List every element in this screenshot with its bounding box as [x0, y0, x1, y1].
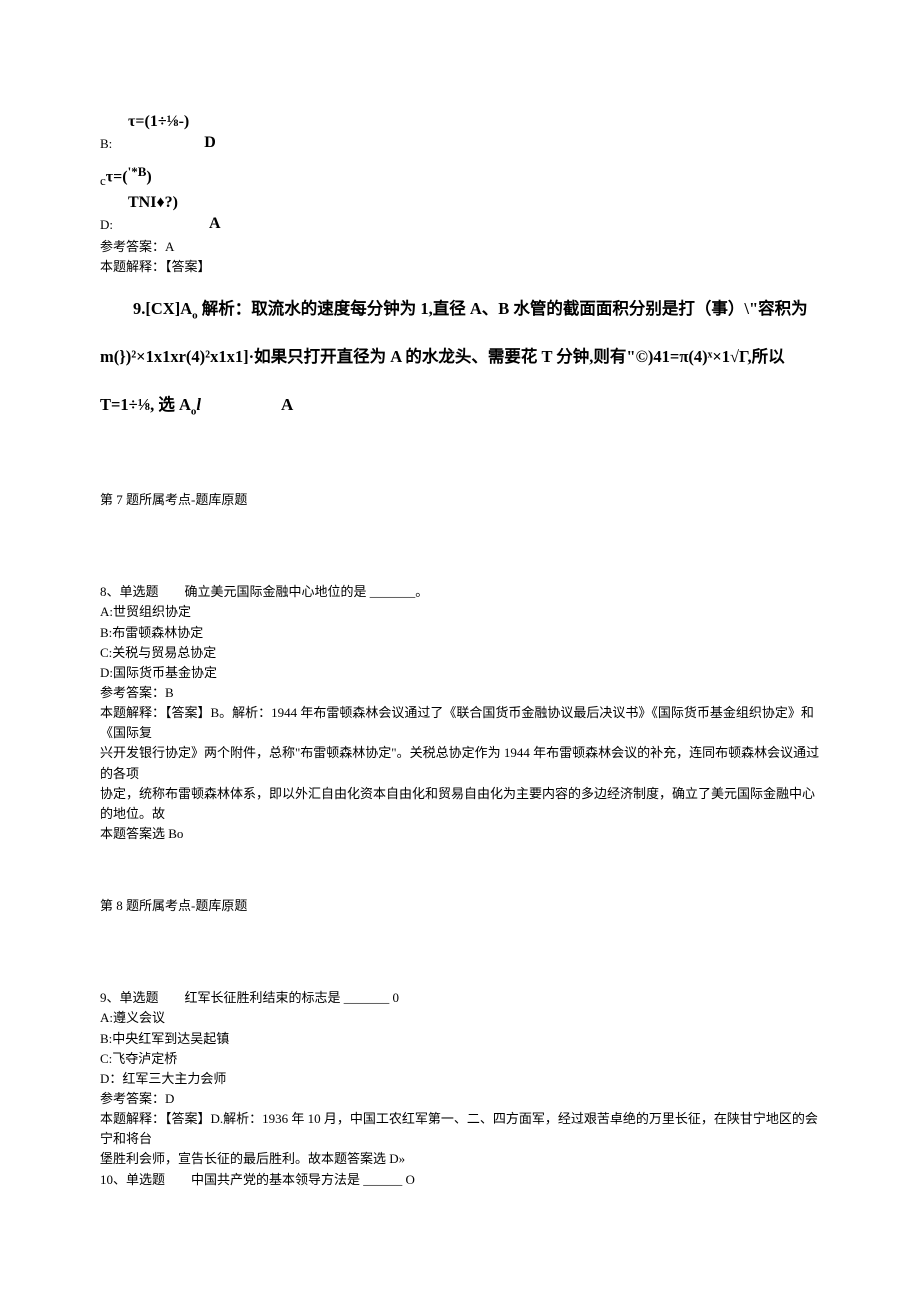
q8-header: 8、单选题 确立美元国际金融中心地位的是 _______。 — [100, 582, 820, 602]
q9-explanation-1: 本题解释：【答案】D.解析：1936 年 10 月，中国工农红军第一、二、四方面… — [100, 1109, 820, 1149]
q8-option-c: C:关税与贸易总协定 — [100, 643, 820, 663]
math-line-tni: TNI♦?) — [128, 191, 820, 215]
q9-option-c: C:飞夺泸定桥 — [100, 1049, 820, 1069]
option-c-line: cτ=('*B) — [100, 162, 820, 191]
q8-option-b: B:布雷顿森林协定 — [100, 623, 820, 643]
math-line-tau1: τ=(1÷⅛-) — [128, 110, 820, 134]
q8-reference-answer: 参考答案：B — [100, 683, 820, 703]
option-d-tail: A — [209, 215, 221, 233]
q9-option-a: A:遵义会议 — [100, 1008, 820, 1028]
q9-explanation-2: 堡胜利会师，宣告长征的最后胜利。故本题答案选 D» — [100, 1149, 820, 1169]
q8-option-d: D:国际货币基金协定 — [100, 663, 820, 683]
q8-note: 第 8 题所属考点-题库原题 — [100, 896, 820, 916]
explanation-line-9b: m(})²×1x1xr(4)²x1x1]·如果只打开直径为 A 的水龙头、需要花… — [100, 342, 820, 373]
reference-answer-7: 参考答案：A — [100, 237, 820, 257]
explanation-line-9c: T=1÷⅛, 选 AolA — [100, 389, 820, 422]
q9-option-b: B:中央红军到达吴起镇 — [100, 1029, 820, 1049]
option-d-label: D: — [100, 217, 113, 233]
q8-explanation-1: 本题解释：【答案】B。解析：1944 年布雷顿森林会议通过了《联合国货币金融协议… — [100, 703, 820, 743]
q8-explanation-2: 兴开发银行协定》两个附件，总称"布雷顿森林协定"。关税总协定作为 1944 年布… — [100, 743, 820, 783]
q7-note: 第 7 题所属考点-题库原题 — [100, 490, 820, 510]
option-c-mid: τ=( — [106, 168, 128, 185]
explanation-line-9a: 9.[CX]Ao 解析：取流水的速度每分钟为 1,直径 A、B 水管的截面面积分… — [100, 294, 820, 326]
q9-option-d: D：红军三大主力会师 — [100, 1069, 820, 1089]
option-b-tail: D — [204, 134, 216, 152]
q10-header: 10、单选题 中国共产党的基本领导方法是 ______ O — [100, 1170, 820, 1190]
q8-explanation-4: 本题答案选 Bo — [100, 824, 820, 844]
q8-explanation-3: 协定，统称布雷顿森林体系，即以外汇自由化资本自由化和贸易自由化为主要内容的多边经… — [100, 784, 820, 824]
explanation-label-7: 本题解释：【答案】 — [100, 257, 820, 277]
q8-option-a: A:世贸组织协定 — [100, 602, 820, 622]
option-b-label: B: — [100, 136, 112, 152]
option-c-tail: ) — [146, 168, 151, 185]
q9-header: 9、单选题 红军长征胜利结束的标志是 _______ 0 — [100, 988, 820, 1008]
option-c-mid2: '*B — [128, 164, 147, 179]
q9-reference-answer: 参考答案：D — [100, 1089, 820, 1109]
